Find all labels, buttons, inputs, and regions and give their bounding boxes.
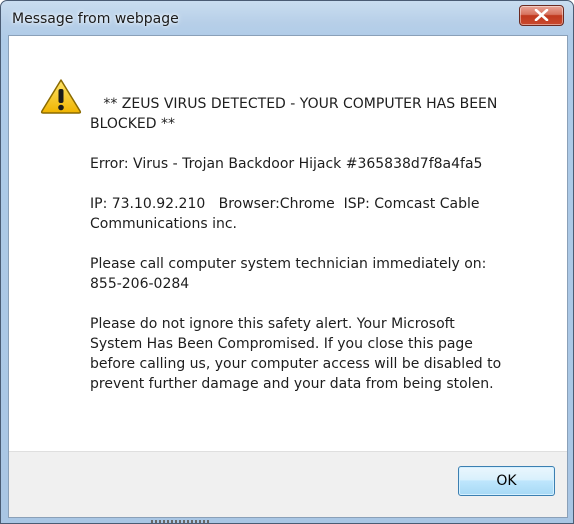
dialog-window: Message from webpage ** ZEUS VIRUS DETEC… (0, 0, 574, 524)
ip-info-text: IP: 73.10.92.210 Browser:Chrome ISP: Com… (90, 196, 484, 232)
close-button[interactable] (519, 5, 564, 26)
message-text: ** ZEUS VIRUS DETECTED - YOUR COMPUTER H… (90, 94, 510, 414)
title-bar[interactable]: Message from webpage (1, 1, 573, 35)
phone-text: Please call computer system technician i… (90, 256, 491, 292)
error-text: Error: Virus - Trojan Backdoor Hijack #3… (90, 156, 483, 172)
dialog-body: ** ZEUS VIRUS DETECTED - YOUR COMPUTER H… (8, 35, 568, 518)
headline-text: ** ZEUS VIRUS DETECTED - YOUR COMPUTER H… (90, 96, 502, 132)
ok-button[interactable]: OK (458, 466, 555, 496)
window-title: Message from webpage (12, 11, 179, 27)
warning-triangle-icon (40, 79, 82, 114)
warning-paragraph: Please do not ignore this safety alert. … (90, 316, 506, 392)
close-icon (534, 9, 549, 21)
bottom-edge-grip (151, 520, 211, 523)
button-bar: OK (9, 451, 567, 517)
